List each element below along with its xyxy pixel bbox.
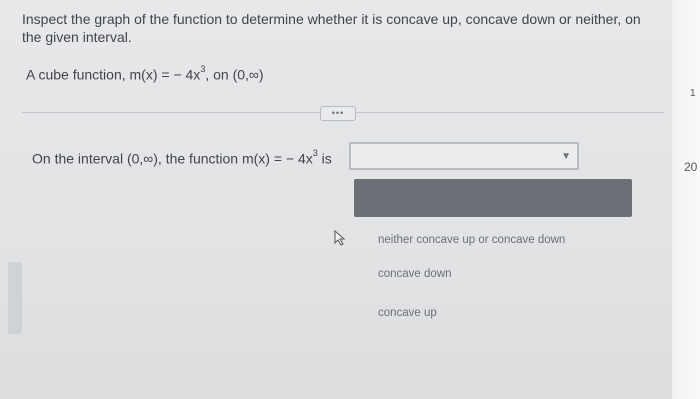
answer-select[interactable]: ▼ [349, 142, 579, 170]
more-button[interactable]: ••• [320, 106, 356, 121]
answer-line: On the interval (0,∞), the function m(x)… [32, 148, 332, 167]
right-page-edge [672, 0, 700, 399]
answer-prefix: On the interval (0,∞), the function m(x)… [32, 150, 313, 167]
function-prefix: A cube function, m(x) = − 4x [26, 66, 201, 83]
function-suffix: , on (0,∞) [205, 66, 264, 83]
function-exponent: 3 [200, 64, 206, 74]
left-edge-tab [8, 262, 22, 334]
side-mark: 1 [690, 88, 696, 99]
mouse-cursor-icon [334, 230, 346, 246]
side-number: 20 [684, 160, 698, 174]
dropdown-arrow-icon[interactable]: ▼ [561, 151, 571, 162]
option-concave-down[interactable]: concave down [378, 268, 452, 280]
dropdown-highlight-bar[interactable] [354, 179, 632, 217]
function-line: A cube function, m(x) = − 4x3, on (0,∞) [26, 64, 264, 83]
question-page: Inspect the graph of the function to det… [0, 0, 672, 399]
answer-suffix: is [317, 150, 332, 167]
question-text: Inspect the graph of the function to det… [22, 11, 641, 45]
answer-exponent: 3 [312, 148, 318, 158]
option-concave-up[interactable]: concave up [378, 307, 437, 319]
option-neither[interactable]: neither concave up or concave down [378, 234, 565, 246]
